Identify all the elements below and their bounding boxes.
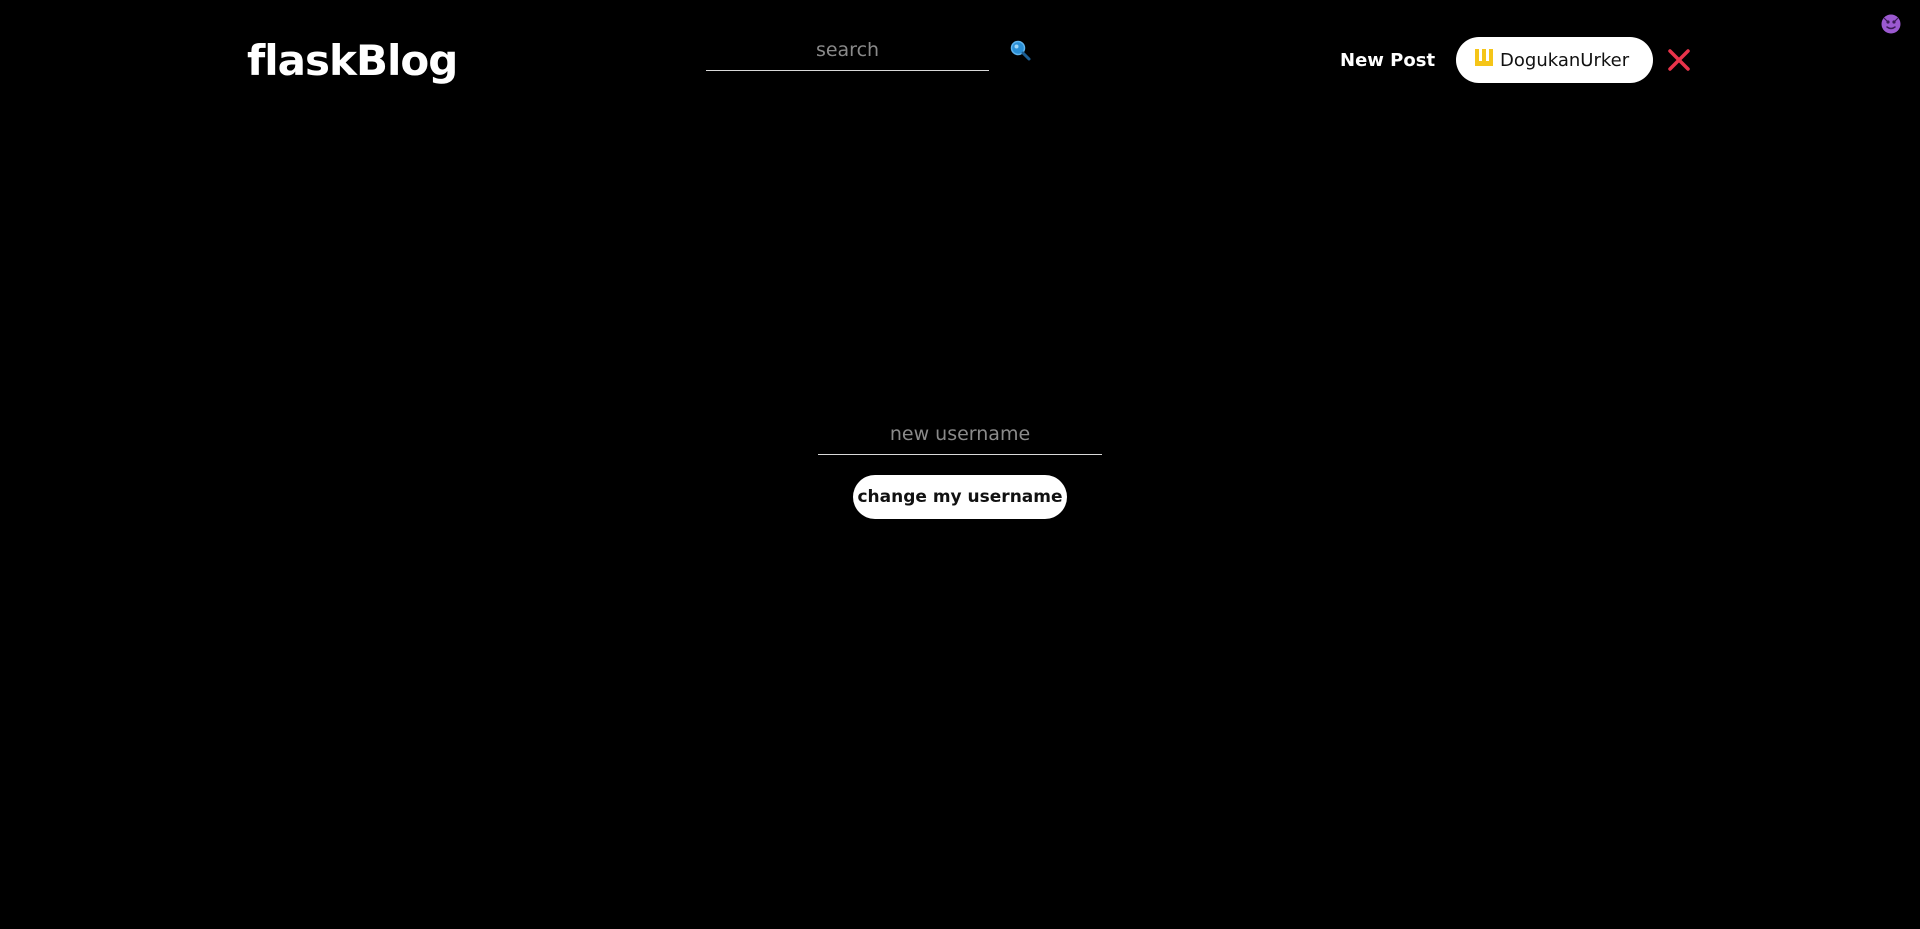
username-label: DogukanUrker — [1500, 49, 1630, 71]
search-input[interactable] — [706, 30, 989, 71]
user-profile-button[interactable]: DogukanUrker — [1456, 37, 1654, 83]
nav-actions: New Post DogukanUrker — [1340, 36, 1693, 84]
navbar: flaskBlog New Post — [0, 0, 1920, 120]
new-post-link[interactable]: New Post — [1340, 50, 1435, 71]
close-icon — [1668, 49, 1690, 71]
theme-toggle-button[interactable] — [1880, 13, 1902, 35]
page: flaskBlog New Post — [0, 0, 1920, 929]
theme-toggle-icon — [1881, 14, 1901, 34]
search-icon — [1010, 40, 1031, 61]
change-username-form: change my username — [818, 414, 1102, 519]
brand-logo[interactable]: flaskBlog — [247, 36, 458, 86]
new-username-input[interactable] — [818, 414, 1102, 455]
logout-button[interactable] — [1665, 46, 1693, 74]
change-username-button[interactable]: change my username — [853, 475, 1067, 519]
crown-icon — [1474, 47, 1494, 74]
search-form — [706, 30, 1036, 72]
search-button[interactable] — [1008, 38, 1034, 64]
